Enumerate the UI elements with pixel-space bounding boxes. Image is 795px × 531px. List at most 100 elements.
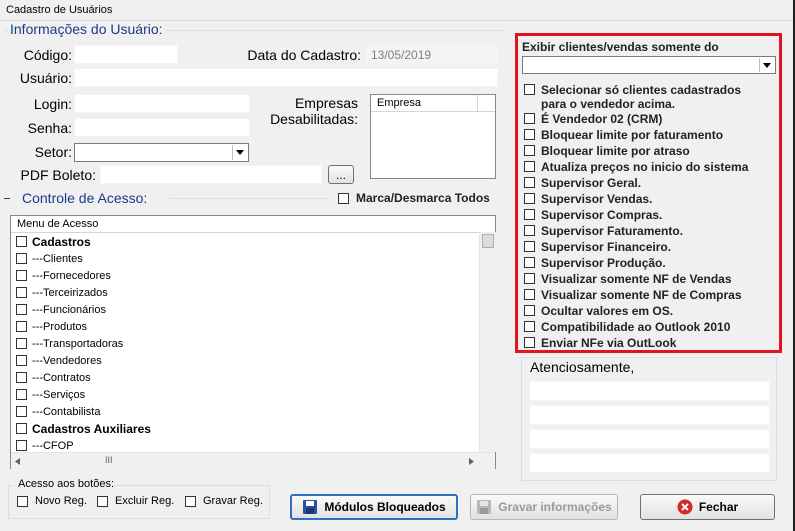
option-checkbox[interactable]: [524, 84, 535, 95]
setor-combo[interactable]: [74, 143, 249, 162]
tree-item[interactable]: ---Produtos: [16, 318, 87, 335]
option-checkbox[interactable]: [524, 129, 535, 140]
option-item[interactable]: Ocultar valores em OS.: [524, 304, 673, 318]
gravar-reg-label: Gravar Reg.: [203, 495, 263, 507]
novo-reg-checkbox[interactable]: [17, 496, 28, 507]
excluir-reg-checkbox[interactable]: [97, 496, 108, 507]
tree-item[interactable]: ---Clientes: [16, 250, 83, 267]
tree-item-label: ---Serviços: [32, 388, 86, 401]
option-label-wrap: Bloquear limite por atraso: [541, 144, 690, 158]
signature-line-1[interactable]: [529, 381, 770, 401]
option-checkbox[interactable]: [524, 193, 535, 204]
tree-item-checkbox[interactable]: [16, 304, 27, 315]
tree-item[interactable]: ---Terceirizados: [16, 284, 108, 301]
option-item[interactable]: Supervisor Compras.: [524, 208, 662, 222]
toggle-all-checkbox[interactable]: [338, 193, 349, 204]
option-label-wrap: Visualizar somente NF de Vendas: [541, 272, 732, 286]
option-checkbox[interactable]: [524, 177, 535, 188]
option-item[interactable]: Visualizar somente NF de Compras: [524, 288, 742, 302]
option-item[interactable]: Selecionar só clientes cadastrados para o…: [524, 83, 741, 111]
option-label: Supervisor Vendas.: [541, 192, 653, 206]
option-checkbox[interactable]: [524, 337, 535, 348]
tree-item-checkbox[interactable]: [16, 389, 27, 400]
option-item[interactable]: Supervisor Geral.: [524, 176, 641, 190]
option-checkbox[interactable]: [524, 113, 535, 124]
tree-item-checkbox[interactable]: [16, 321, 27, 332]
option-checkbox[interactable]: [524, 289, 535, 300]
tree-item-checkbox[interactable]: [16, 406, 27, 417]
signature-line-2[interactable]: [529, 405, 770, 425]
data-cadastro-field[interactable]: 13/05/2019: [366, 45, 498, 64]
option-item[interactable]: Supervisor Financeiro.: [524, 240, 671, 254]
tree-item-checkbox[interactable]: [16, 355, 27, 366]
option-checkbox[interactable]: [524, 241, 535, 252]
scroll-right-arrow-icon[interactable]: [469, 458, 474, 465]
option-item[interactable]: Visualizar somente NF de Vendas: [524, 272, 732, 286]
option-checkbox[interactable]: [524, 273, 535, 284]
signature-line-3[interactable]: [529, 429, 770, 449]
option-item[interactable]: Atualiza preços no inicio do sistema: [524, 160, 748, 174]
option-checkbox[interactable]: [524, 161, 535, 172]
option-checkbox[interactable]: [524, 257, 535, 268]
tree-item[interactable]: Cadastros Auxiliares: [16, 420, 151, 437]
tree-item[interactable]: ---CFOP: [16, 437, 74, 452]
option-label-wrap: Selecionar só clientes cadastrados para o…: [541, 83, 741, 111]
tree-item[interactable]: ---Fornecedores: [16, 267, 111, 284]
access-menu-body: Cadastros ---Clientes ---Fornecedores ---Te…: [11, 232, 479, 452]
option-item[interactable]: Bloquear limite por faturamento: [524, 128, 723, 142]
tree-item-checkbox[interactable]: [16, 372, 27, 383]
signature-line-4[interactable]: [529, 453, 770, 473]
modulos-bloqueados-button[interactable]: Módulos Bloqueados: [290, 494, 458, 520]
tree-item-checkbox[interactable]: [16, 423, 27, 434]
option-label-line2: para o vendedor acima.: [541, 97, 676, 111]
option-item[interactable]: Supervisor Faturamento.: [524, 224, 683, 238]
option-item[interactable]: Bloquear limite por atraso: [524, 144, 690, 158]
vertical-scrollbar[interactable]: [479, 232, 496, 452]
codigo-field[interactable]: [74, 45, 178, 64]
tree-item-checkbox[interactable]: [16, 270, 27, 281]
signature-label: Atenciosamente,: [530, 359, 635, 375]
option-checkbox[interactable]: [524, 305, 535, 316]
option-checkbox[interactable]: [524, 225, 535, 236]
option-item[interactable]: Compatibilidade ao Outlook 2010: [524, 320, 730, 334]
gravar-reg-checkbox[interactable]: [185, 496, 196, 507]
option-checkbox[interactable]: [524, 209, 535, 220]
option-item[interactable]: Supervisor Vendas.: [524, 192, 652, 206]
usuario-field[interactable]: [74, 68, 498, 87]
hscroll-grip[interactable]: III: [105, 455, 113, 465]
tree-item-checkbox[interactable]: [16, 253, 27, 264]
tree-item-checkbox[interactable]: [16, 440, 27, 451]
option-item[interactable]: Supervisor Produção.: [524, 256, 666, 270]
empresa-column-header[interactable]: Empresa: [377, 97, 421, 109]
codigo-label: Código:: [23, 47, 72, 63]
fechar-button[interactable]: Fechar: [640, 494, 775, 520]
senha-field[interactable]: [74, 118, 250, 137]
access-menu-tree[interactable]: Menu de Acesso Cadastros ---Clientes ---Fo…: [10, 215, 496, 469]
tree-item[interactable]: Cadastros: [16, 233, 91, 250]
scroll-left-arrow-icon[interactable]: [15, 458, 20, 465]
option-item[interactable]: É Vendedor 02 (CRM): [524, 112, 662, 126]
excluir-reg-label: Excluir Reg.: [115, 495, 175, 507]
option-item[interactable]: Enviar NFe via OutLook: [524, 336, 676, 350]
tree-item-checkbox[interactable]: [16, 338, 27, 349]
scroll-thumb[interactable]: [482, 234, 494, 248]
tree-item[interactable]: ---Funcionários: [16, 301, 106, 318]
tree-item-checkbox[interactable]: [16, 287, 27, 298]
option-checkbox[interactable]: [524, 321, 535, 332]
tree-item[interactable]: ---Contabilista: [16, 403, 100, 420]
option-checkbox[interactable]: [524, 145, 535, 156]
tree-item[interactable]: ---Serviços: [16, 386, 85, 403]
gravar-informacoes-button[interactable]: Gravar informações: [470, 494, 618, 520]
pdf-boleto-field[interactable]: [100, 165, 322, 184]
tree-item[interactable]: ---Contratos: [16, 369, 91, 386]
browse-button[interactable]: ...: [328, 165, 354, 184]
option-label: Selecionar só clientes cadastrados: [541, 83, 742, 97]
login-field[interactable]: [74, 94, 250, 113]
chevron-down-icon[interactable]: [232, 145, 247, 160]
tree-item[interactable]: ---Transportadoras: [16, 335, 123, 352]
tree-item-checkbox[interactable]: [16, 236, 27, 247]
tree-item[interactable]: ---Vendedores: [16, 352, 102, 369]
empresas-list[interactable]: Empresa: [370, 94, 496, 179]
horizontal-scrollbar[interactable]: III: [11, 452, 495, 469]
menu-column-header[interactable]: Menu de Acesso: [17, 218, 98, 230]
